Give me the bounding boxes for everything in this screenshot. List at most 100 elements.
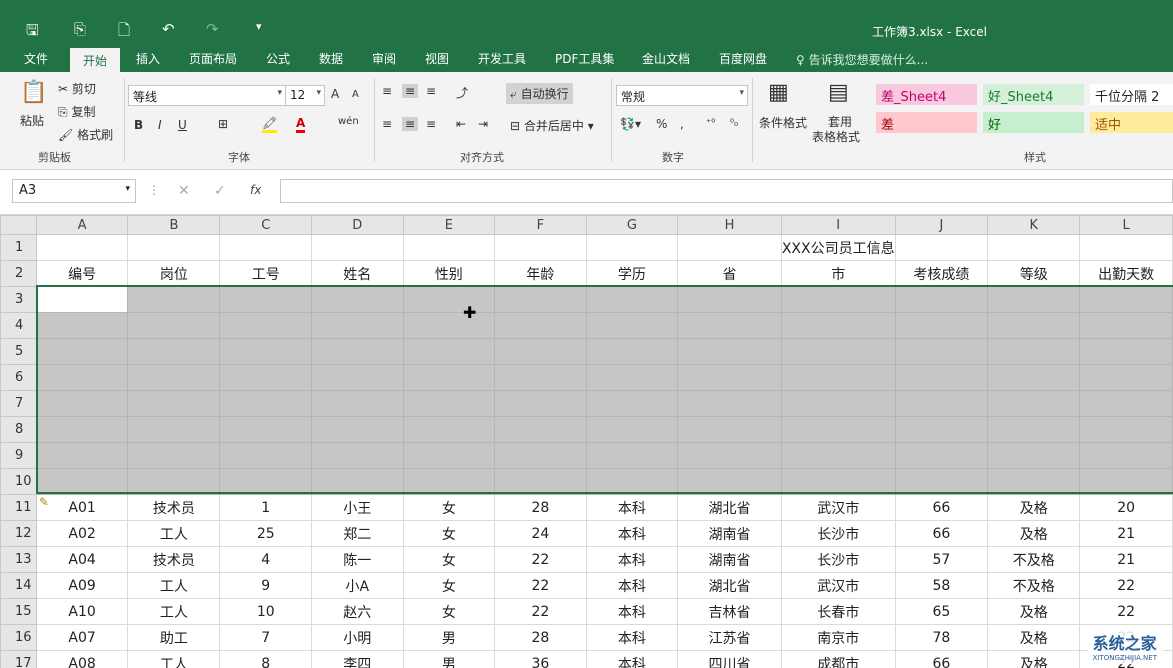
selected-cell[interactable] xyxy=(987,416,1081,443)
data-cell[interactable]: 22 xyxy=(1079,598,1173,625)
data-cell[interactable]: A08 xyxy=(35,650,129,668)
selected-cell[interactable] xyxy=(402,286,496,313)
cell[interactable] xyxy=(127,234,221,261)
align-center-icon[interactable]: ≡ xyxy=(402,117,419,131)
data-cell[interactable]: 7 xyxy=(219,624,312,651)
selected-cell[interactable] xyxy=(311,390,404,417)
data-cell[interactable]: 小王 xyxy=(311,494,404,521)
customize-qa-icon[interactable]: ▾ xyxy=(256,20,262,33)
selected-cell[interactable] xyxy=(677,416,782,443)
data-cell[interactable]: 78 xyxy=(894,624,989,651)
column-header-j[interactable]: J xyxy=(894,215,989,235)
select-all-corner[interactable] xyxy=(0,215,37,235)
selected-cell[interactable] xyxy=(677,286,782,313)
cell[interactable] xyxy=(35,234,129,261)
selected-cell[interactable] xyxy=(780,390,896,417)
save-icon[interactable]: 🖫 xyxy=(26,20,39,45)
redo-icon[interactable]: ↷ xyxy=(206,20,219,38)
header-cell[interactable]: 学历 xyxy=(585,260,679,287)
column-header-l[interactable]: L xyxy=(1079,215,1173,235)
data-cell[interactable]: 不及格 xyxy=(987,546,1081,573)
data-cell[interactable]: 长春市 xyxy=(780,598,896,625)
data-cell[interactable]: 湖南省 xyxy=(677,520,782,547)
selected-cell[interactable] xyxy=(1079,338,1173,365)
row-header[interactable]: 7 xyxy=(0,390,37,417)
tab-developer[interactable]: 开发工具 xyxy=(478,50,526,67)
wrap-text-button[interactable]: ⤶ 自动换行 xyxy=(506,83,573,104)
data-cell[interactable]: 吉林省 xyxy=(677,598,782,625)
column-header-b[interactable]: B xyxy=(127,215,221,235)
column-header-a[interactable]: A xyxy=(35,215,129,235)
data-cell[interactable]: 本科 xyxy=(585,520,679,547)
data-cell[interactable]: 郑二 xyxy=(311,520,404,547)
selected-cell[interactable] xyxy=(127,286,221,313)
selected-cell[interactable] xyxy=(1079,468,1173,495)
data-cell[interactable]: A01 ✎ xyxy=(35,494,129,521)
tab-kdocs[interactable]: 金山文档 xyxy=(642,50,690,67)
cell[interactable] xyxy=(894,234,989,261)
align-left-icon[interactable]: ≡ xyxy=(382,117,392,131)
tab-insert[interactable]: 插入 xyxy=(136,50,160,67)
column-header-d[interactable]: D xyxy=(311,215,404,235)
data-cell[interactable]: 20 xyxy=(1079,494,1173,521)
data-cell[interactable]: 22 xyxy=(1079,572,1173,599)
selected-cell[interactable] xyxy=(987,312,1081,339)
selected-cell[interactable] xyxy=(494,390,587,417)
paste-button[interactable]: 粘贴 xyxy=(20,112,44,129)
data-cell[interactable]: A09 xyxy=(35,572,129,599)
data-cell[interactable]: 66 xyxy=(894,650,989,668)
underline-button[interactable]: U xyxy=(178,118,187,132)
selected-cell[interactable] xyxy=(585,468,679,495)
data-cell[interactable]: 及格 xyxy=(987,624,1081,651)
data-cell[interactable]: 本科 xyxy=(585,494,679,521)
align-top-icon[interactable]: ≡ xyxy=(382,84,392,98)
comma-button[interactable]: , xyxy=(680,117,684,131)
data-cell[interactable]: 长沙市 xyxy=(780,520,896,547)
table-format-label-2[interactable]: 表格格式 xyxy=(812,128,860,145)
selected-cell[interactable] xyxy=(402,390,496,417)
fill-color-icon[interactable]: 🖍 xyxy=(262,116,278,133)
data-cell[interactable]: 8 xyxy=(219,650,312,668)
selected-cell[interactable] xyxy=(677,468,782,495)
selected-cell[interactable] xyxy=(494,442,587,469)
tab-file[interactable]: 文件 xyxy=(24,50,48,67)
row-header[interactable]: 17 xyxy=(0,650,37,668)
selected-cell[interactable] xyxy=(987,390,1081,417)
row-header[interactable]: 9 xyxy=(0,442,37,469)
data-cell[interactable]: 22 xyxy=(494,546,587,573)
cell[interactable] xyxy=(1079,234,1173,261)
selected-cell[interactable] xyxy=(35,338,129,365)
column-header-k[interactable]: K xyxy=(987,215,1081,235)
data-cell[interactable]: 9 xyxy=(219,572,312,599)
selected-cell[interactable] xyxy=(127,416,221,443)
selected-cell[interactable] xyxy=(1079,364,1173,391)
selected-cell[interactable] xyxy=(585,338,679,365)
cell[interactable] xyxy=(402,234,496,261)
selected-cell[interactable] xyxy=(311,286,404,313)
selected-cell[interactable] xyxy=(987,442,1081,469)
selected-cell[interactable] xyxy=(585,416,679,443)
selected-cell[interactable] xyxy=(987,338,1081,365)
tab-data[interactable]: 数据 xyxy=(319,50,343,67)
data-cell[interactable]: 男 xyxy=(402,624,496,651)
selected-cell[interactable] xyxy=(780,286,896,313)
selected-cell[interactable] xyxy=(219,338,312,365)
selected-cell[interactable] xyxy=(677,338,782,365)
selected-cell[interactable] xyxy=(780,468,896,495)
selected-cell[interactable] xyxy=(677,364,782,391)
selected-cell[interactable] xyxy=(1079,312,1173,339)
data-cell[interactable]: 及格 xyxy=(987,650,1081,668)
font-size-select[interactable]: 12 ▾ xyxy=(285,85,325,106)
selected-cell[interactable] xyxy=(402,416,496,443)
column-header-f[interactable]: F xyxy=(494,215,587,235)
selected-cell[interactable] xyxy=(894,338,989,365)
selected-cell[interactable] xyxy=(35,468,129,495)
data-cell[interactable]: 28 xyxy=(494,624,587,651)
selected-cell[interactable] xyxy=(780,312,896,339)
selected-cell[interactable] xyxy=(987,286,1081,313)
merge-center-button[interactable]: ⊟ 合并后居中 ▾ xyxy=(510,117,594,134)
font-color-icon[interactable]: A xyxy=(296,116,306,133)
selected-cell[interactable] xyxy=(219,442,312,469)
cell[interactable] xyxy=(677,234,782,261)
selected-cell[interactable] xyxy=(311,364,404,391)
